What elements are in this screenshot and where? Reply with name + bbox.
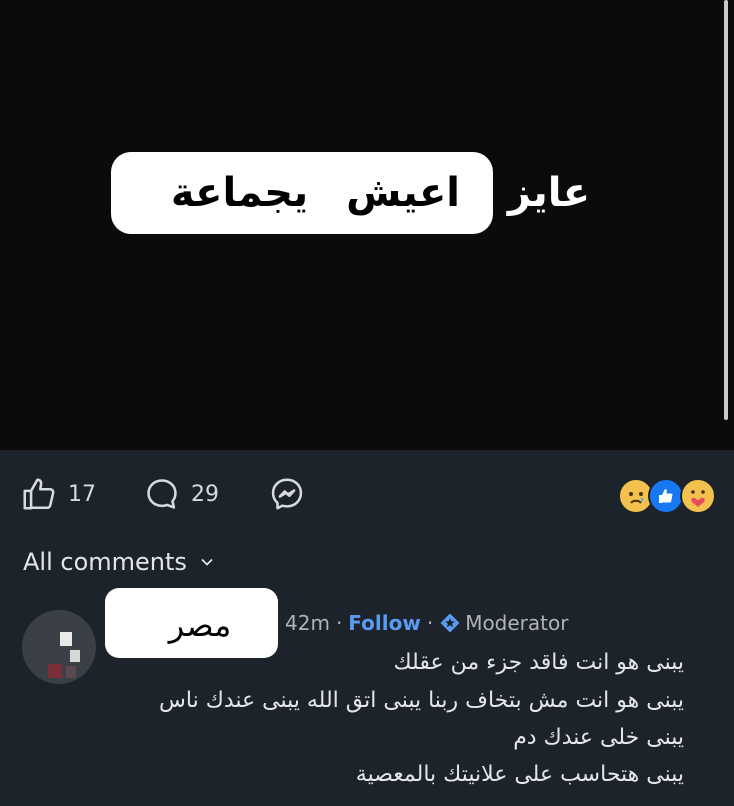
comment-count: 29	[191, 481, 219, 507]
separator-dot: ·	[335, 611, 343, 635]
overlay-text: عايز	[507, 170, 591, 216]
comment-author-name[interactable]: مصر	[145, 600, 255, 650]
messenger-icon	[268, 475, 306, 513]
comment-sort-dropdown[interactable]: All comments	[23, 545, 215, 579]
comment-text-line: يبنى هتحاسب على علانيتك بالمعصية	[355, 762, 684, 787]
bubble-text: اعيش يجماعة	[170, 170, 460, 216]
comment-text-line: يبنى هو انت فاقد جزء من عقلك	[393, 650, 684, 675]
comment-sort-label: All comments	[23, 548, 187, 576]
comment-timestamp: 42m	[285, 611, 330, 635]
scrollbar[interactable]	[724, 0, 728, 420]
reaction-summary[interactable]	[618, 478, 718, 514]
comment-meta: 42m · Follow · Moderator	[285, 608, 568, 638]
comment-button[interactable]: 29	[143, 472, 219, 516]
thumbs-up-icon	[20, 475, 58, 513]
like-count: 17	[68, 481, 96, 507]
separator-dot: ·	[426, 611, 434, 635]
messenger-share-button[interactable]	[268, 472, 306, 516]
chevron-down-icon	[199, 548, 215, 576]
moderator-badge-icon	[439, 612, 461, 634]
like-reaction-icon	[648, 478, 684, 514]
follow-link[interactable]: Follow	[348, 611, 421, 635]
care-reaction-icon	[680, 478, 716, 514]
comment-text-line: يبنى خلى عندك دم	[513, 725, 684, 750]
post-action-bar: 17 29	[0, 450, 734, 540]
moderator-badge: Moderator	[465, 611, 569, 635]
comment-text-line: يبنى هو انت مش بتخاف ربنا يبنى اتق الله …	[159, 688, 684, 713]
like-button[interactable]: 17	[20, 472, 96, 516]
comment-bubble-icon	[143, 475, 181, 513]
